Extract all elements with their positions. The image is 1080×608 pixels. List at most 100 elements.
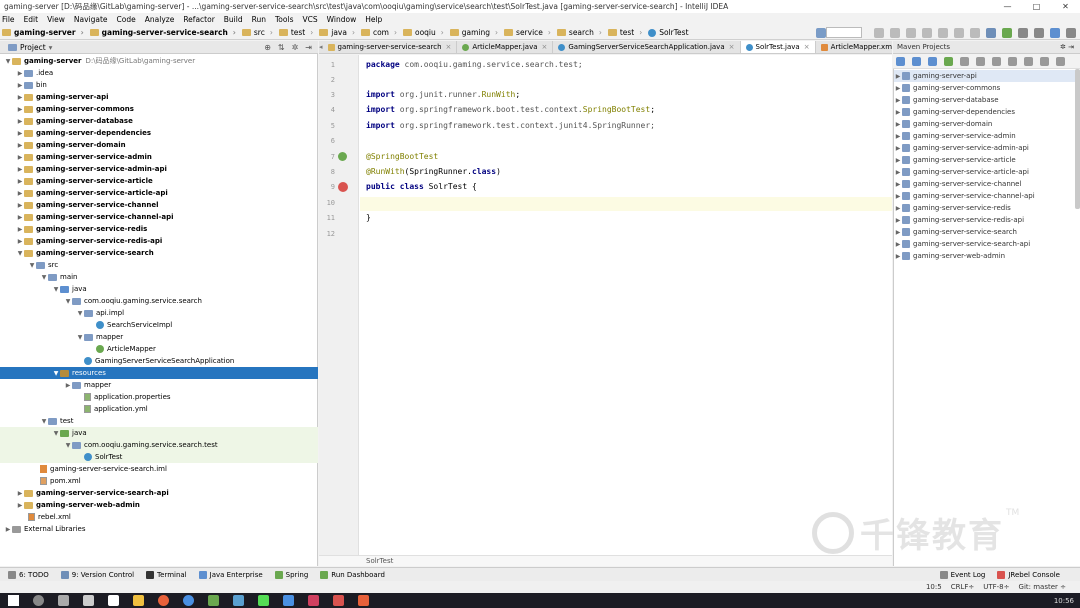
expand-arrow-icon[interactable]: ▼ — [40, 418, 48, 425]
tree-row[interactable]: ▶ gaming-server-service-article — [0, 175, 318, 187]
tree-row[interactable]: ArticleMapper — [0, 343, 318, 355]
stop-icon[interactable] — [938, 27, 948, 38]
tree-row[interactable]: GamingServerServiceSearchApplication — [0, 355, 318, 367]
list-item[interactable]: ▶ gaming-server-service-search-api — [894, 238, 1080, 250]
minimize-button[interactable]: — — [993, 0, 1022, 13]
hide-panel-icon[interactable]: ⇥ — [1068, 43, 1074, 51]
breadcrumb-item[interactable]: test › — [607, 28, 642, 37]
app-icon[interactable] — [208, 595, 219, 606]
vcs-commit-icon[interactable] — [1002, 27, 1012, 38]
collapsed-arrow-icon[interactable]: ▶ — [16, 142, 24, 149]
tree-row[interactable]: ▼ src — [0, 259, 318, 271]
spring-tool-button[interactable]: Spring — [274, 570, 308, 579]
collapsed-arrow-icon[interactable]: ▶ — [16, 154, 24, 161]
tree-row[interactable]: ▶ gaming-server-domain — [0, 139, 318, 151]
tree-row[interactable]: ▶ gaming-server-web-admin — [0, 499, 318, 511]
breadcrumb-item[interactable]: SolrTest — [648, 28, 689, 37]
revert-icon[interactable] — [1034, 27, 1044, 38]
menu-analyze[interactable]: Analyze — [145, 15, 175, 24]
generate-sources-icon[interactable] — [912, 56, 921, 66]
expand-arrow-icon[interactable]: ▼ — [76, 334, 84, 341]
breadcrumb-item[interactable]: gaming-server › — [2, 28, 84, 37]
menu-code[interactable]: Code — [117, 15, 136, 24]
collapsed-arrow-icon[interactable]: ▶ — [894, 85, 902, 92]
collapsed-arrow-icon[interactable]: ▶ — [16, 82, 24, 89]
tree-row[interactable]: ▼ com.ooqiu.gaming.service.search.test — [0, 439, 318, 451]
tree-row[interactable]: ▶ gaming-server-service-admin-api — [0, 163, 318, 175]
gear-icon[interactable]: ✲ — [292, 43, 299, 52]
list-item[interactable]: ▶ gaming-server-service-channel — [894, 178, 1080, 190]
list-item[interactable]: ▶ gaming-server-service-admin-api — [894, 142, 1080, 154]
tree-row[interactable]: SearchServiceImpl — [0, 319, 318, 331]
collapsed-arrow-icon[interactable]: ▶ — [16, 178, 24, 185]
menu-file[interactable]: File — [2, 15, 15, 24]
collapsed-arrow-icon[interactable]: ▶ — [894, 145, 902, 152]
tree-row[interactable]: ▶ gaming-server-service-channel-api — [0, 211, 318, 223]
tree-row[interactable]: application.properties — [0, 391, 318, 403]
tab-module[interactable]: gaming-server-service-search × — [323, 41, 458, 53]
breadcrumb-item[interactable]: service › — [504, 28, 551, 37]
list-item[interactable]: ▶ gaming-server-service-redis-api — [894, 214, 1080, 226]
app-icon[interactable] — [83, 595, 94, 606]
run-test-gutter-icon[interactable] — [338, 182, 348, 192]
show-dependencies-icon[interactable] — [1024, 56, 1033, 66]
tree-row[interactable]: ▶ gaming-server-service-article-api — [0, 187, 318, 199]
list-item[interactable]: ▶ gaming-server-service-article — [894, 154, 1080, 166]
collapsed-arrow-icon[interactable]: ▶ — [16, 190, 24, 197]
maximize-button[interactable]: □ — [1022, 0, 1051, 13]
tab-articlemapper-java[interactable]: ArticleMapper.java × — [457, 41, 554, 53]
execute-goal-icon[interactable] — [976, 56, 985, 66]
list-item[interactable]: ▶ gaming-server-service-search — [894, 226, 1080, 238]
collapsed-arrow-icon[interactable]: ▶ — [16, 238, 24, 245]
tab-application-java[interactable]: GamingServerServiceSearchApplication.jav… — [553, 41, 741, 53]
run-icon[interactable] — [874, 27, 884, 38]
start-icon[interactable] — [8, 595, 19, 606]
line-separator[interactable]: CRLF÷ — [951, 583, 975, 591]
search-everywhere-icon[interactable] — [1066, 27, 1076, 38]
browser-icon[interactable] — [158, 595, 169, 606]
menu-run[interactable]: Run — [252, 15, 266, 24]
chrome-icon[interactable] — [183, 595, 194, 606]
expand-arrow-icon[interactable]: ▼ — [40, 274, 48, 281]
tree-row[interactable]: ▼ api.impl — [0, 307, 318, 319]
clock[interactable]: 10:56 — [1054, 597, 1074, 605]
collapsed-arrow-icon[interactable]: ▶ — [894, 205, 902, 212]
run-config-dropdown[interactable] — [826, 27, 862, 38]
tree-row[interactable]: ▼ main — [0, 271, 318, 283]
collapsed-arrow-icon[interactable]: ▶ — [894, 241, 902, 248]
hide-panel-icon[interactable]: ⇥ — [305, 43, 312, 52]
app-icon[interactable] — [233, 595, 244, 606]
collapsed-arrow-icon[interactable]: ▶ — [894, 253, 902, 260]
right-scrollbar[interactable] — [1075, 69, 1080, 209]
tree-row[interactable]: ▶ gaming-server-service-search-api — [0, 487, 318, 499]
maven-settings-icon[interactable] — [1056, 56, 1065, 66]
tree-row[interactable]: ▶ gaming-server-api — [0, 91, 318, 103]
tree-row[interactable]: pom.xml — [0, 475, 318, 487]
jrebel-console-tool-button[interactable]: JRebel Console — [997, 570, 1060, 579]
tree-row-root[interactable]: ▼ gaming-server D:\码品缘\GitLab\gaming-serve… — [0, 55, 318, 67]
expand-arrow-icon[interactable]: ▼ — [52, 286, 60, 293]
jrebel-run-icon[interactable] — [954, 27, 964, 38]
chevron-down-icon[interactable]: ▾ — [49, 43, 53, 52]
app-icon[interactable] — [333, 595, 344, 606]
tree-row[interactable]: ▼ com.ooqiu.gaming.service.search — [0, 295, 318, 307]
tree-row-selected[interactable]: ▼ resources — [0, 367, 318, 379]
menu-view[interactable]: View — [47, 15, 65, 24]
skip-tests-icon[interactable] — [1008, 56, 1017, 66]
git-branch[interactable]: Git: master ÷ — [1019, 583, 1066, 591]
breadcrumb-item[interactable]: src › — [241, 28, 273, 37]
app-icon[interactable] — [358, 595, 369, 606]
list-item[interactable]: ▶ gaming-server-domain — [894, 118, 1080, 130]
tab-solrtest-java[interactable]: SolrTest.java × — [740, 41, 816, 53]
collapsed-arrow-icon[interactable]: ▶ — [894, 133, 902, 140]
terminal-tool-button[interactable]: Terminal — [146, 570, 187, 579]
store-icon[interactable] — [108, 595, 119, 606]
app-icon[interactable] — [258, 595, 269, 606]
intellij-icon[interactable] — [308, 595, 319, 606]
collapsed-arrow-icon[interactable]: ▶ — [894, 73, 902, 80]
build-icon[interactable] — [816, 27, 826, 38]
task-view-icon[interactable] — [58, 595, 69, 606]
expand-arrow-icon[interactable]: ▼ — [16, 250, 24, 257]
collapsed-arrow-icon[interactable]: ▶ — [894, 217, 902, 224]
collapsed-arrow-icon[interactable]: ▶ — [894, 181, 902, 188]
